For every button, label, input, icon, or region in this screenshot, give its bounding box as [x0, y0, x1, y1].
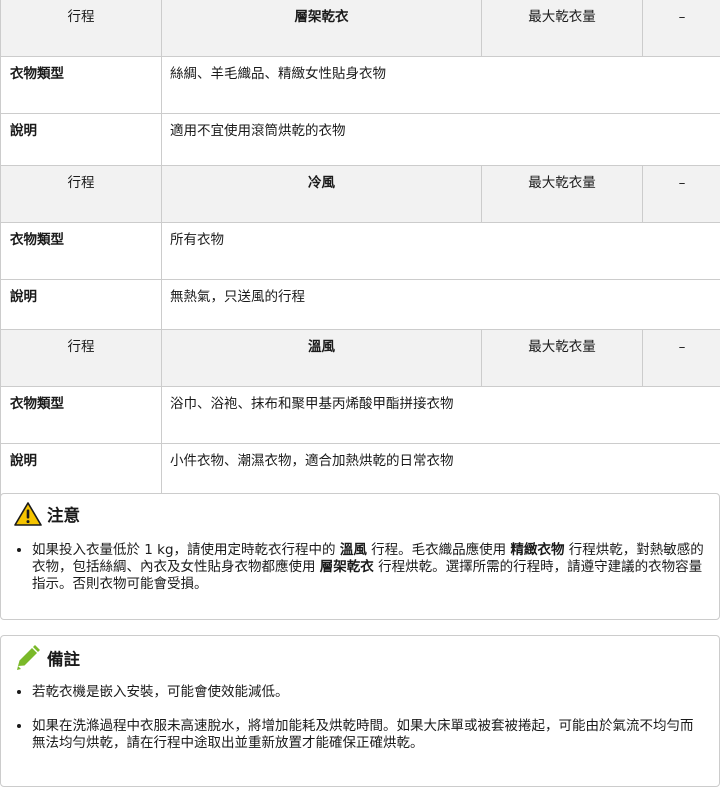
- program-col-label: 行程: [1, 166, 162, 223]
- pencil-icon: [13, 645, 43, 671]
- program-name: 冷風: [162, 166, 482, 223]
- fabric-type-value: 絲綢、羊毛織品、精緻女性貼身衣物: [162, 57, 720, 114]
- remark-list: 若乾衣機是嵌入安裝，可能會使效能減低。 如果在洗滌過程中衣服未高速脫水，將增加能…: [1, 684, 719, 752]
- max-load-value: –: [643, 166, 720, 223]
- table-header-row: 行程 層架乾衣 最大乾衣量 –: [1, 0, 720, 57]
- fabric-type-label: 衣物類型: [1, 387, 162, 444]
- caution-title: 注意: [47, 502, 80, 526]
- list-item: 若乾衣機是嵌入安裝，可能會使效能減低。: [32, 684, 719, 701]
- warning-triangle-icon: [13, 501, 43, 527]
- caution-list: 如果投入衣量低於 1 kg，請使用定時乾衣行程中的 溫風 行程。毛衣織品應使用 …: [1, 542, 719, 593]
- caution-header: 注意: [1, 494, 719, 534]
- program-table-shelf-dry: 行程 層架乾衣 最大乾衣量 – 衣物類型 絲綢、羊毛織品、精緻女性貼身衣物 說明…: [0, 0, 720, 171]
- program-ref-warm-air: 溫風: [340, 542, 367, 558]
- caution-box: 注意 如果投入衣量低於 1 kg，請使用定時乾衣行程中的 溫風 行程。毛衣織品應…: [0, 493, 720, 620]
- description-label: 說明: [1, 444, 162, 501]
- description-value: 適用不宜使用滾筒烘乾的衣物: [162, 114, 720, 171]
- description-value: 小件衣物、潮濕衣物，適合加熱烘乾的日常衣物: [162, 444, 720, 501]
- max-load-value: –: [643, 0, 720, 57]
- list-item: 如果投入衣量低於 1 kg，請使用定時乾衣行程中的 溫風 行程。毛衣織品應使用 …: [32, 542, 719, 593]
- caution-text-2: 行程。毛衣織品應使用: [367, 542, 511, 558]
- max-load-label: 最大乾衣量: [482, 330, 643, 387]
- max-load-value: –: [643, 330, 720, 387]
- program-ref-delicates: 精緻衣物: [510, 542, 564, 558]
- table-row: 衣物類型 絲綢、羊毛織品、精緻女性貼身衣物: [1, 57, 720, 114]
- remark-box: 備註 若乾衣機是嵌入安裝，可能會使效能減低。 如果在洗滌過程中衣服未高速脫水，將…: [0, 635, 720, 787]
- fabric-type-value: 所有衣物: [162, 223, 720, 280]
- caution-text-1: 如果投入衣量低於 1 kg，請使用定時乾衣行程中的: [32, 542, 340, 558]
- fabric-type-label: 衣物類型: [1, 57, 162, 114]
- fabric-type-label: 衣物類型: [1, 223, 162, 280]
- table-row: 說明 小件衣物、潮濕衣物，適合加熱烘乾的日常衣物: [1, 444, 720, 501]
- max-load-label: 最大乾衣量: [482, 166, 643, 223]
- program-table-warm-air: 行程 溫風 最大乾衣量 – 衣物類型 浴巾、浴袍、抹布和聚甲基丙烯酸甲酯拼接衣物…: [0, 329, 720, 501]
- program-ref-shelf-dry: 層架乾衣: [320, 559, 374, 575]
- table-row: 衣物類型 所有衣物: [1, 223, 720, 280]
- description-label: 說明: [1, 280, 162, 337]
- table-row: 衣物類型 浴巾、浴袍、抹布和聚甲基丙烯酸甲酯拼接衣物: [1, 387, 720, 444]
- program-name: 層架乾衣: [162, 0, 482, 57]
- table-row: 說明 適用不宜使用滾筒烘乾的衣物: [1, 114, 720, 171]
- program-table-cool-air: 行程 冷風 最大乾衣量 – 衣物類型 所有衣物 說明 無熱氣，只送風的行程: [0, 165, 720, 337]
- list-item: 如果在洗滌過程中衣服未高速脫水，將增加能耗及烘乾時間。如果大床單或被套被捲起，可…: [32, 718, 719, 752]
- program-col-label: 行程: [1, 330, 162, 387]
- remark-title: 備註: [47, 646, 80, 670]
- description-value: 無熱氣，只送風的行程: [162, 280, 720, 337]
- program-col-label: 行程: [1, 0, 162, 57]
- table-row: 說明 無熱氣，只送風的行程: [1, 280, 720, 337]
- fabric-type-value: 浴巾、浴袍、抹布和聚甲基丙烯酸甲酯拼接衣物: [162, 387, 720, 444]
- table-header-row: 行程 冷風 最大乾衣量 –: [1, 166, 720, 223]
- remark-header: 備註: [1, 636, 719, 680]
- program-name: 溫風: [162, 330, 482, 387]
- table-header-row: 行程 溫風 最大乾衣量 –: [1, 330, 720, 387]
- max-load-label: 最大乾衣量: [482, 0, 643, 57]
- description-label: 說明: [1, 114, 162, 171]
